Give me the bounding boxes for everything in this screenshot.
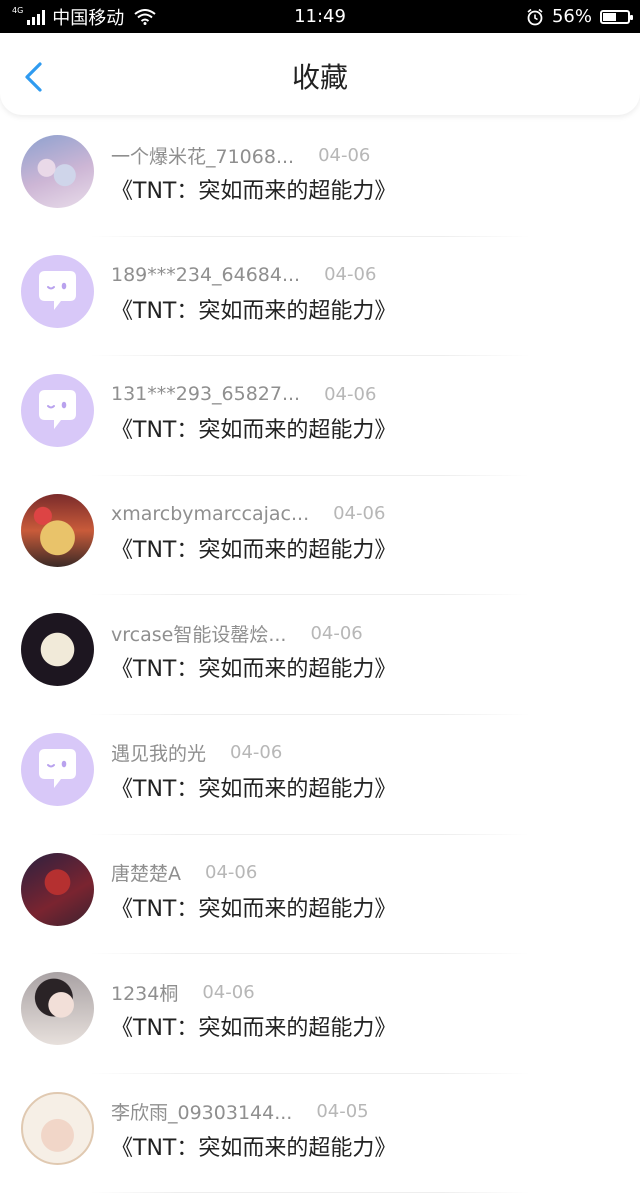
name-row: vrcase智能设罄烩... 04-06 bbox=[111, 621, 363, 646]
date: 04-06 bbox=[310, 622, 363, 644]
page-title: 收藏 bbox=[291, 61, 348, 94]
username: 李欣雨_09303144... bbox=[111, 1102, 293, 1125]
name-row: xmarcbymarccajac... 04-06 bbox=[111, 502, 385, 526]
name-row: 唐楚楚A 04-06 bbox=[111, 861, 257, 885]
username: 一个爆米花_71068... bbox=[111, 145, 295, 168]
list-item[interactable]: 唐楚楚A 04-06 《TNT：突如而来的超能力》 bbox=[0, 835, 640, 955]
novel-title: 《TNT：突如而来的超能力》 bbox=[111, 657, 397, 683]
avatar[interactable] bbox=[21, 374, 94, 448]
list-item[interactable]: 一个爆米花_71068... 04-06 《TNT：突如而来的超能力》 bbox=[0, 117, 640, 237]
list-item[interactable]: 1234桐 04-06 《TNT：突如而来的超能力》 bbox=[0, 954, 640, 1074]
name-row: 李欣雨_09303144... 04-05 bbox=[111, 1100, 369, 1124]
avatar[interactable] bbox=[21, 852, 94, 926]
name-row: 1234桐 04-06 bbox=[111, 980, 255, 1005]
chat-bubble-icon bbox=[39, 748, 76, 788]
date: 04-06 bbox=[230, 742, 283, 764]
name-row: 131***293_65827... 04-06 bbox=[111, 382, 376, 406]
username: 遇见我的光 bbox=[111, 743, 207, 766]
date: 04-06 bbox=[205, 862, 258, 884]
name-row: 一个爆米花_71068... 04-06 bbox=[111, 143, 371, 168]
username: 189***234_64684... bbox=[111, 263, 301, 286]
avatar[interactable] bbox=[21, 972, 94, 1046]
novel-title: 《TNT：突如而来的超能力》 bbox=[111, 179, 397, 204]
username: xmarcbymarccajac... bbox=[111, 502, 310, 525]
username: 1234桐 bbox=[111, 982, 179, 1005]
battery-percent: 56% bbox=[551, 6, 592, 27]
username: vrcase智能设罄烩... bbox=[111, 623, 287, 646]
status-bar: 4G 中国移动 11:49 56% bbox=[0, 0, 640, 33]
date: 04-06 bbox=[202, 981, 255, 1003]
username: 唐楚楚A bbox=[111, 863, 181, 886]
list-item[interactable]: 131***293_65827... 04-06 《TNT：突如而来的超能力》 bbox=[0, 356, 640, 476]
chat-bubble-icon bbox=[39, 390, 76, 430]
date: 04-05 bbox=[316, 1101, 369, 1123]
date: 04-06 bbox=[318, 144, 371, 166]
novel-title: 《TNT：突如而来的超能力》 bbox=[111, 776, 397, 802]
avatar[interactable] bbox=[21, 613, 94, 687]
username: 131***293_65827... bbox=[111, 383, 301, 406]
date: 04-06 bbox=[333, 503, 386, 525]
list-item[interactable]: xmarcbymarccajac... 04-06 《TNT：突如而来的超能力》 bbox=[0, 476, 640, 596]
list-item[interactable]: vrcase智能设罄烩... 04-06 《TNT：突如而来的超能力》 bbox=[0, 595, 640, 715]
date: 04-06 bbox=[324, 383, 377, 405]
status-right: 56% bbox=[526, 0, 633, 33]
novel-title: 《TNT：突如而来的超能力》 bbox=[111, 1016, 397, 1042]
list-item[interactable]: 189***234_64684... 04-06 《TNT：突如而来的超能力》 bbox=[0, 237, 640, 357]
name-row: 遇见我的光 04-06 bbox=[111, 741, 282, 765]
list-item[interactable]: 遇见我的光 04-06 《TNT：突如而来的超能力》 bbox=[0, 715, 640, 835]
novel-title: 《TNT：突如而来的超能力》 bbox=[111, 298, 397, 324]
battery-level bbox=[603, 12, 617, 21]
novel-title: 《TNT：突如而来的超能力》 bbox=[111, 537, 397, 563]
novel-title: 《TNT：突如而来的超能力》 bbox=[111, 1135, 397, 1161]
date: 04-06 bbox=[324, 264, 377, 286]
avatar[interactable] bbox=[21, 1091, 94, 1165]
alarm-icon bbox=[527, 8, 543, 25]
avatar[interactable] bbox=[21, 135, 94, 208]
favorites-list: 一个爆米花_71068... 04-06 《TNT：突如而来的超能力》 189***2… bbox=[0, 117, 640, 1193]
novel-title: 《TNT：突如而来的超能力》 bbox=[111, 418, 397, 444]
battery-icon bbox=[600, 9, 633, 24]
novel-title: 《TNT：突如而来的超能力》 bbox=[111, 896, 397, 922]
avatar[interactable] bbox=[21, 493, 94, 567]
header: 收藏 bbox=[0, 33, 640, 115]
name-row: 189***234_64684... 04-06 bbox=[111, 263, 376, 287]
chat-bubble-icon bbox=[39, 270, 76, 310]
avatar[interactable] bbox=[21, 732, 94, 806]
list-item[interactable]: 李欣雨_09303144... 04-05 《TNT：突如而来的超能力》 bbox=[0, 1074, 640, 1193]
avatar[interactable] bbox=[21, 254, 94, 328]
